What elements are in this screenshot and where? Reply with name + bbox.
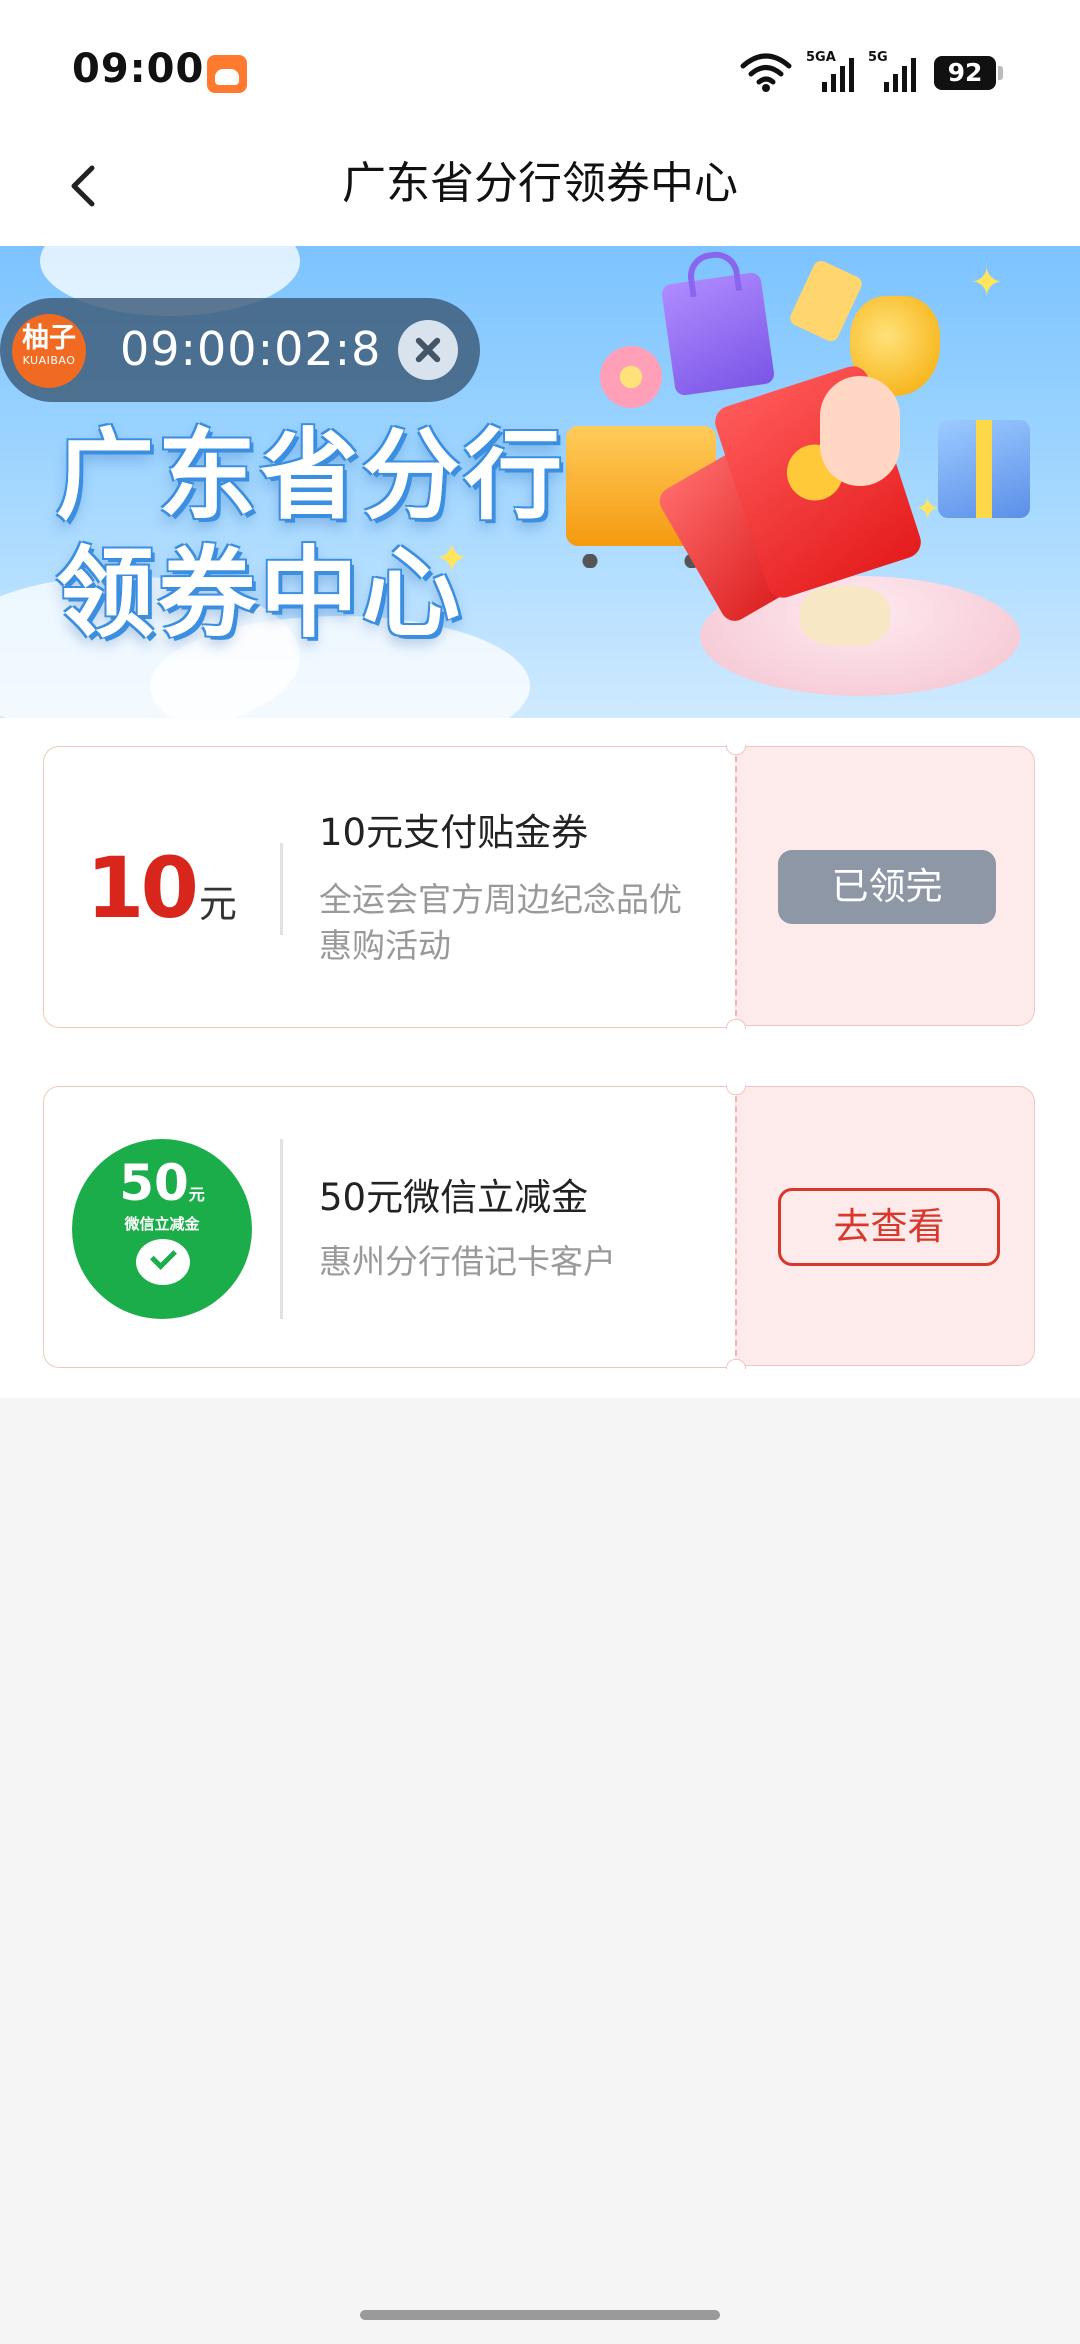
hand-image [820, 376, 900, 486]
battery-cap [998, 66, 1003, 80]
shopping-bag-image [660, 271, 776, 397]
sparkle-icon: ✦ [915, 492, 941, 527]
signal-5g-icon: 5G [868, 50, 918, 94]
banner-title-line-2: 领券中心 [56, 537, 465, 651]
badge-amount-value: 50 [119, 1154, 189, 1212]
flower-image [600, 346, 662, 408]
sparkle-icon: ✦ [970, 260, 1004, 306]
timer-app-logo: 柚子 KUAIBAO [12, 314, 86, 388]
signal-5ga-icon: 5GA [806, 50, 856, 94]
coupon-info-panel: 10 元 10元支付贴金券 全运会官方周边纪念品优惠购活动 [43, 746, 736, 1028]
floating-timer-widget[interactable]: 柚子 KUAIBAO 09:00:02:8 [0, 298, 480, 402]
coupon-info-panel: 50元 微信立减金 50元微信立减金 惠州分行借记卡客户 [43, 1086, 736, 1368]
header: 广东省分行领券中心 [0, 130, 1080, 246]
coupon-card: 10 元 10元支付贴金券 全运会官方周边纪念品优惠购活动 已领完 [43, 745, 1036, 1029]
badge-amount-unit: 元 [188, 1185, 205, 1204]
wechat-coupon-badge: 50元 微信立减金 [72, 1139, 252, 1319]
coupon-title: 10元支付贴金券 [319, 811, 589, 854]
wechat-pay-icon [136, 1239, 190, 1285]
ribbon-bow-image [800, 586, 890, 646]
coupon-divider [280, 1139, 283, 1319]
close-icon[interactable] [398, 320, 458, 380]
timer-display: 09:00:02:8 [120, 322, 382, 376]
coupon-notch [726, 1019, 746, 1029]
status-bar: 09:00 5GA 5G 92 [0, 0, 1080, 130]
coupon-notch [726, 1359, 746, 1369]
coupon-description: 全运会官方周边纪念品优惠购活动 [319, 880, 682, 965]
wifi-icon [740, 53, 792, 92]
timer-logo-text: 柚子 [22, 323, 76, 354]
coupon-title: 50元微信立减金 [319, 1176, 589, 1219]
coupon-divider [280, 843, 283, 935]
home-indicator[interactable] [360, 2310, 720, 2320]
claimed-button[interactable]: 已领完 [778, 850, 996, 924]
battery-indicator: 92 [934, 56, 996, 90]
app-notification-icon [207, 55, 247, 93]
coupon-card: 50元 微信立减金 50元微信立减金 惠州分行借记卡客户 去查看 [43, 1085, 1036, 1369]
status-time: 09:00 [72, 46, 205, 92]
coupon-amount-unit: 元 [198, 882, 237, 926]
badge-label: 微信立减金 [124, 1215, 200, 1233]
coupon-amount-value: 10 [86, 839, 199, 937]
coupon-description: 惠州分行借记卡客户 [319, 1242, 616, 1281]
timer-logo-subtext: KUAIBAO [22, 354, 76, 367]
page-title: 广东省分行领券中心 [342, 158, 738, 209]
view-button[interactable]: 去查看 [778, 1188, 1000, 1266]
gift-box-image [938, 420, 1030, 518]
coupon-amount: 10 元 [86, 839, 237, 937]
